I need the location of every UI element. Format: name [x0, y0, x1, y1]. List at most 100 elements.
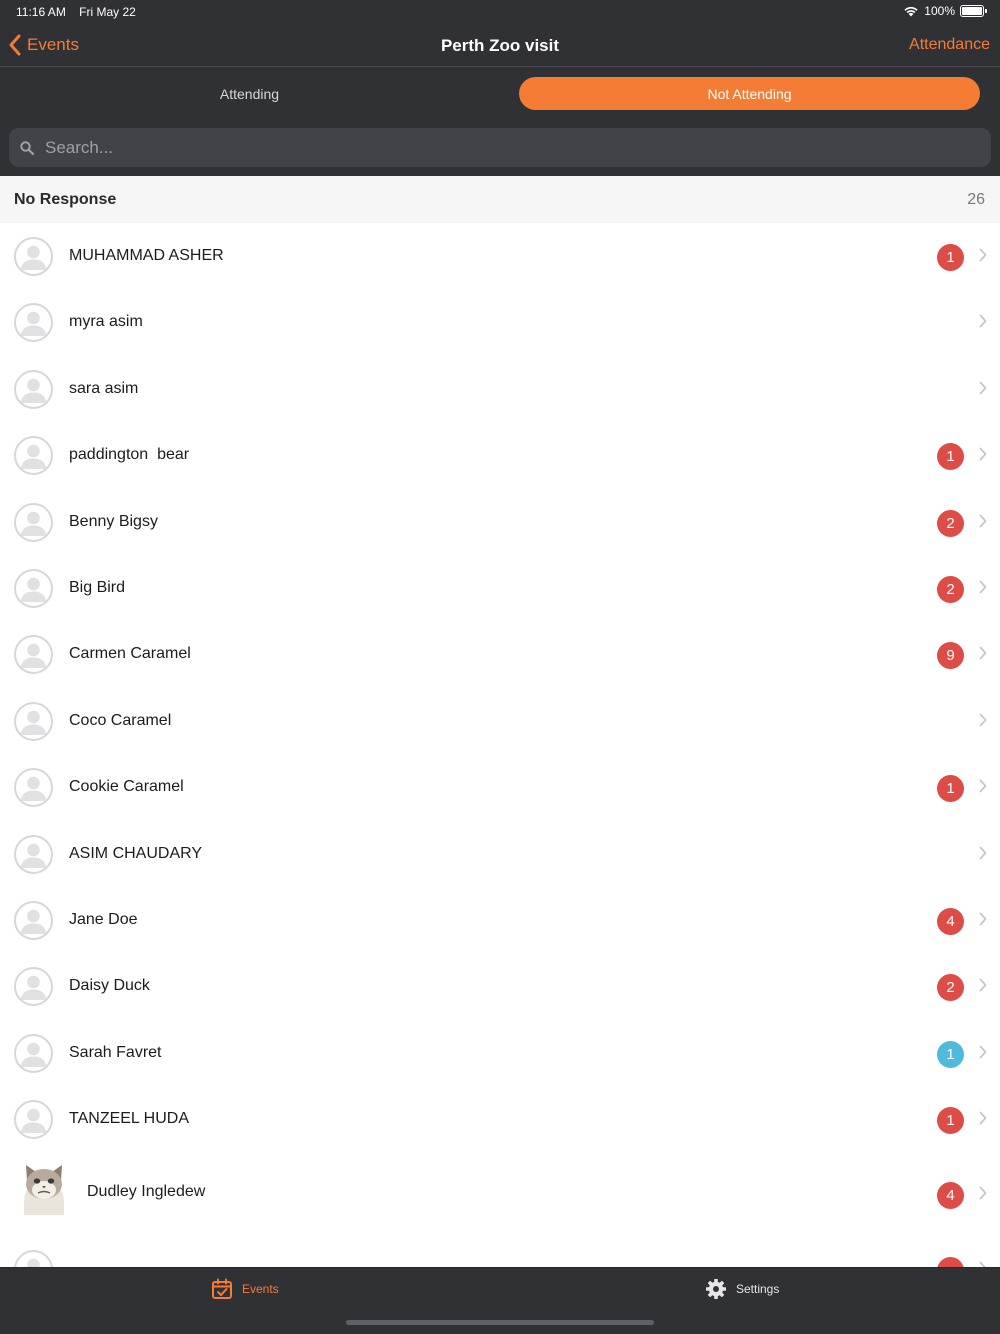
list-item[interactable]: MUHAMMAD ASHER 1 [0, 223, 1000, 289]
notification-badge: 4 [937, 1182, 964, 1210]
avatar [14, 303, 53, 343]
chevron-right-icon [979, 912, 987, 926]
person-placeholder-icon [20, 1108, 47, 1134]
avatar [14, 1250, 53, 1267]
avatar [14, 635, 53, 675]
list-item[interactable]: Jane Doe 4 [0, 887, 1000, 953]
notification-badge: 1 [937, 1040, 964, 1068]
chevron-right-icon [979, 514, 987, 527]
list-item[interactable]: Dudley Ingledew 4 [0, 1152, 1000, 1236]
list-item[interactable]: sara asim [0, 356, 1000, 422]
tab-settings[interactable]: Settings [705, 1278, 779, 1300]
notification-badge: 2 [937, 974, 964, 1002]
person-placeholder-icon [20, 909, 47, 934]
page-title: Perth Zoo visit [440, 36, 560, 55]
member-name: ASIM CHAUDARY [69, 844, 203, 862]
list-item[interactable]: Daisy Duck 2 [0, 953, 1000, 1019]
list-item[interactable]: Carmen Caramel 9 [0, 621, 1000, 687]
avatar [14, 237, 53, 276]
person-placeholder-icon [20, 511, 47, 536]
member-name: MUHAMMAD ASHER [69, 247, 224, 264]
search-icon [20, 140, 35, 155]
list-item[interactable]: TANZEEL HUDA 1 [0, 1086, 1000, 1152]
notification-badge: 2 [937, 509, 964, 537]
navigation-bar: Events Perth Zoo visit Attendance [0, 24, 1000, 67]
notification-badge: 1 [937, 443, 964, 471]
avatar [14, 967, 53, 1007]
avatar [14, 369, 53, 409]
list-item[interactable]: Sarah Favret 1 [0, 1020, 1000, 1086]
search-input[interactable] [45, 137, 945, 158]
avatar [14, 436, 53, 476]
battery-percent: 100% [924, 4, 955, 18]
member-name: Coco Caramel [69, 711, 172, 729]
segmented-control: Attending Not Attending [0, 67, 1000, 120]
list-item[interactable]: myra asim [0, 289, 1000, 355]
person-placeholder-icon [20, 312, 47, 337]
tab-events[interactable]: Events [211, 1278, 279, 1300]
chevron-right-icon [979, 248, 987, 262]
member-name: TANZEEL HUDA [69, 1110, 190, 1128]
person-placeholder-icon [20, 245, 47, 270]
avatar [14, 900, 53, 940]
list-item[interactable]: Benny Bigsy 2 [0, 489, 1000, 555]
person-placeholder-icon [20, 843, 47, 868]
search-bar [0, 120, 1000, 176]
notification-badge [937, 1257, 964, 1267]
chevron-right-icon [979, 580, 987, 594]
home-indicator [346, 1320, 654, 1325]
person-placeholder-icon [20, 378, 47, 403]
notification-badge: 2 [937, 575, 964, 603]
tab-settings-label: Settings [736, 1282, 780, 1296]
list-item[interactable] [0, 1236, 1000, 1267]
avatar [14, 1100, 53, 1140]
status-time: 11:16 AM [16, 5, 66, 19]
avatar [14, 502, 53, 542]
attendance-button[interactable]: Attendance [909, 36, 990, 54]
notification-badge: 1 [937, 775, 964, 803]
chevron-right-icon [979, 978, 987, 992]
chevron-right-icon [979, 447, 987, 461]
list-item[interactable]: Cookie Caramel 1 [0, 754, 1000, 820]
chevron-right-icon [979, 646, 987, 660]
section-count: 26 [967, 191, 985, 208]
member-name: Benny Bigsy [69, 512, 158, 530]
cat-photo [24, 1165, 64, 1216]
chevron-right-icon [979, 314, 987, 328]
member-name: Carmen Caramel [69, 645, 191, 663]
person-placeholder-icon [20, 776, 47, 802]
gear-icon [706, 1279, 726, 1299]
member-name: Big Bird [69, 578, 126, 596]
avatar [14, 768, 53, 808]
member-name: Jane Doe [69, 910, 138, 928]
chevron-right-icon [979, 846, 987, 859]
person-placeholder-icon [20, 644, 47, 669]
search-box[interactable] [9, 128, 991, 167]
segment-attending[interactable]: Attending [19, 77, 480, 110]
member-name: Sarah Favret [69, 1043, 162, 1061]
chevron-left-icon [9, 34, 21, 56]
list-item[interactable]: paddington bear 1 [0, 422, 1000, 488]
status-date: Fri May 22 [79, 5, 136, 19]
person-placeholder-icon [20, 710, 47, 735]
person-placeholder-icon [20, 975, 47, 1001]
member-name: Daisy Duck [69, 977, 150, 995]
avatar [14, 701, 53, 741]
list-item[interactable]: ASIM CHAUDARY [0, 821, 1000, 887]
chevron-right-icon [979, 713, 987, 727]
avatar-photo [18, 1159, 70, 1216]
segment-not-attending[interactable]: Not Attending [519, 77, 980, 110]
section-header: No Response 26 [0, 176, 1000, 223]
avatar [14, 568, 53, 608]
notification-badge: 4 [937, 907, 964, 935]
member-name: Cookie Caramel [69, 778, 184, 796]
notification-badge: 9 [937, 642, 964, 670]
back-button[interactable]: Events [8, 34, 79, 56]
list-item[interactable]: Coco Caramel [0, 688, 1000, 754]
list-item[interactable]: Big Bird 2 [0, 555, 1000, 621]
person-placeholder-icon [20, 444, 47, 470]
back-button-label: Events [27, 35, 79, 54]
status-bar: 11:16 AM Fri May 22 100% [0, 0, 1000, 24]
chevron-right-icon [979, 1187, 987, 1200]
person-placeholder-icon [27, 1259, 40, 1267]
